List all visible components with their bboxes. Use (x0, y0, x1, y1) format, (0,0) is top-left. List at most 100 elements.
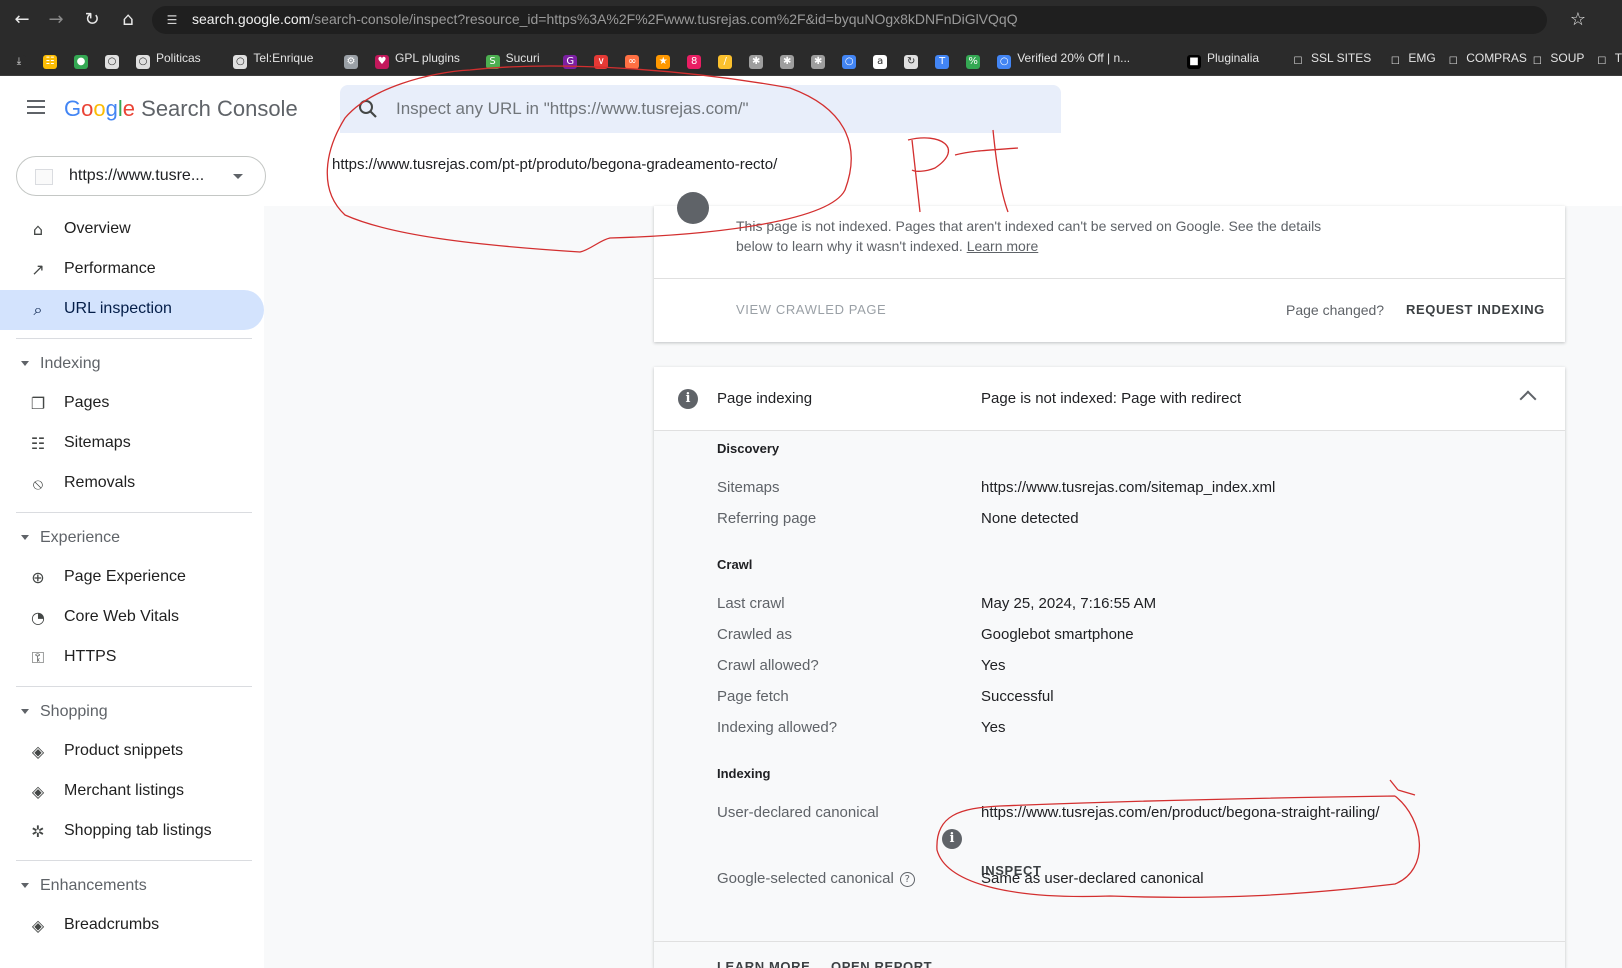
learn-more-link[interactable]: Learn more (967, 238, 1039, 254)
page-indexing-card: i Page indexing Page is not indexed: Pag… (654, 367, 1565, 968)
globe-icon: ○ (136, 55, 150, 69)
folder-icon: ☐ (1446, 55, 1461, 69)
search-icon (359, 100, 377, 118)
sidebar-item-shopping-tab-listings[interactable]: ✲ Shopping tab listings (0, 812, 264, 852)
back-icon[interactable]: ← (10, 8, 34, 32)
globe-icon: ○ (233, 55, 248, 69)
sidebar-item-https[interactable]: ⚿ HTTPS (0, 638, 264, 678)
row-value: Yes (981, 719, 1006, 736)
sidebar-item-pages[interactable]: ❐ Pages (0, 384, 264, 424)
globe-icon: ○ (842, 55, 857, 69)
tool-icon: ⚙ (344, 55, 358, 69)
sidebar-item-sitemaps[interactable]: ☷ Sitemaps (0, 424, 264, 464)
section-title: Shopping (40, 703, 108, 720)
sidebar-item-core-web-vitals[interactable]: ◔ Core Web Vitals (0, 598, 264, 638)
bookmark-item[interactable]: % (966, 49, 986, 69)
home-icon: ⌂ (32, 220, 44, 239)
divider (16, 338, 252, 339)
help-icon[interactable]: ? (899, 872, 915, 887)
request-indexing-button[interactable]: REQUEST INDEXING (1406, 302, 1545, 317)
url-suggestion[interactable]: https://www.tusrejas.com/pt-pt/produto/b… (332, 156, 777, 173)
bookmark-item[interactable]: ∞ (625, 49, 645, 69)
forward-icon[interactable]: → (44, 8, 68, 32)
bookmark-item[interactable]: ♥ GPL plugins (375, 49, 460, 69)
learn-more-button[interactable]: LEARN MORE (717, 959, 810, 968)
bookmark-item[interactable]: ○ (842, 49, 862, 69)
bookmark-item[interactable]: ∨ (594, 49, 614, 69)
sidebar-item-performance[interactable]: ↗ Performance (0, 250, 264, 290)
bookmark-item[interactable]: ■ Pluginalia (1187, 49, 1259, 69)
bookmark-item[interactable]: T (935, 49, 955, 69)
chevron-up-icon[interactable] (1519, 390, 1537, 408)
sidebar-nav: ⌂ Overview ↗ Performance ⌕ URL inspection Inde… (0, 206, 264, 968)
sidebar-item-overview[interactable]: ⌂ Overview (0, 210, 264, 250)
page-indexing-header[interactable]: i Page indexing Page is not indexed: Pag… (654, 367, 1565, 431)
view-crawled-page-button[interactable]: VIEW CRAWLED PAGE (736, 302, 886, 317)
inspect-search-box[interactable] (340, 85, 1061, 133)
url-text[interactable]: search.google.com/search-console/inspect… (192, 11, 1018, 27)
inspect-url-input[interactable] (396, 97, 1036, 121)
bookmark-item[interactable]: ↻ (904, 49, 924, 69)
layers-icon: ◈ (31, 782, 45, 801)
sidebar-item-removals[interactable]: ⦸ Removals (0, 464, 264, 504)
bookmark-item[interactable]: ⚙ (344, 49, 364, 69)
property-selector[interactable]: https://www.tusre... (16, 156, 266, 196)
bookmark-item[interactable]: ★ (656, 49, 676, 69)
bookmark-item[interactable]: ○ Tel:Enrique (233, 49, 314, 69)
bookmark-item[interactable]: ○ (105, 49, 125, 69)
open-report-button[interactable]: OPEN REPORT (831, 959, 932, 968)
chrome-icon: ● (74, 55, 88, 69)
bookmark-item[interactable]: ○ Politicas (136, 49, 201, 69)
sidebar-item-product-snippets[interactable]: ◈ Product snippets (0, 732, 264, 772)
bookmark-item[interactable]: ☷ (43, 49, 63, 69)
sidebar-item-label: Core Web Vitals (64, 608, 180, 625)
search-icon: ⌕ (33, 300, 43, 319)
bookmark-item[interactable]: ✱ (780, 49, 800, 69)
sidebar-item-page-experience[interactable]: ⊕ Page Experience (0, 558, 264, 598)
bookmark-item[interactable]: ☐ SSL SITES (1291, 49, 1371, 69)
section-header-indexing[interactable]: Indexing (0, 346, 264, 382)
folder-icon: ☐ (1388, 55, 1403, 69)
section-header-enhancements[interactable]: Enhancements (0, 868, 264, 904)
bookmark-item[interactable]: ● (74, 49, 94, 69)
bookmark-item[interactable]: ☐ COMPRAS (1446, 49, 1527, 69)
home-icon[interactable]: ⌂ (116, 8, 140, 32)
page-changed-label: Page changed? (1286, 302, 1385, 318)
bookmark-item[interactable]: ○ Verified 20% Off | n... (997, 49, 1130, 69)
section-title: Enhancements (40, 877, 147, 894)
row-value: https://www.tusrejas.com/sitemap_index.x… (981, 479, 1276, 496)
section-header-experience[interactable]: Experience (0, 520, 264, 556)
search-console-logo[interactable]: Google Search Console (64, 96, 298, 122)
bookmark-star-icon[interactable]: ☆ (1566, 8, 1590, 32)
divider (16, 860, 252, 861)
bookmark-item[interactable]: / (718, 49, 738, 69)
bookmark-item[interactable]: G (563, 49, 583, 69)
bookmark-item[interactable]: 8 (687, 49, 707, 69)
reload-icon[interactable]: ↻ (80, 8, 104, 32)
bookmark-item[interactable]: ☐ TV (1594, 49, 1622, 69)
bookmark-label: Tel:Enrique (253, 51, 314, 65)
amazon-icon: a (873, 55, 888, 69)
bookmark-item[interactable]: ✱ (811, 49, 831, 69)
site-info-icon[interactable]: ☰ (164, 12, 180, 28)
globe-icon: ○ (105, 55, 119, 69)
menu-icon[interactable] (24, 96, 48, 120)
bookmark-item[interactable]: S Sucuri (485, 49, 540, 69)
address-bar[interactable]: ☰ search.google.com/search-console/inspe… (152, 6, 1547, 34)
sidebar-item-url-inspection[interactable]: ⌕ URL inspection (0, 290, 264, 330)
info-icon[interactable]: i (942, 829, 962, 849)
sidebar-item-breadcrumbs[interactable]: ◈ Breadcrumbs (0, 906, 264, 946)
divider (654, 941, 1565, 942)
add-circle-icon: ⊕ (31, 568, 45, 587)
row-value: None detected (981, 510, 1079, 527)
section-header-shopping[interactable]: Shopping (0, 694, 264, 730)
slash-icon: / (718, 55, 733, 69)
sidebar-item-merchant-listings[interactable]: ◈ Merchant listings (0, 772, 264, 812)
bookmark-item[interactable]: a (873, 49, 893, 69)
bookmark-item[interactable]: ☐ SOUP (1530, 49, 1584, 69)
pocket-icon: ∨ (594, 55, 609, 69)
bookmark-item[interactable]: ⤓ (12, 49, 32, 69)
bookmark-item[interactable]: ☐ EMG (1388, 49, 1436, 69)
bookmark-item[interactable]: ✱ (749, 49, 769, 69)
row-label: Indexing allowed? (717, 719, 838, 736)
